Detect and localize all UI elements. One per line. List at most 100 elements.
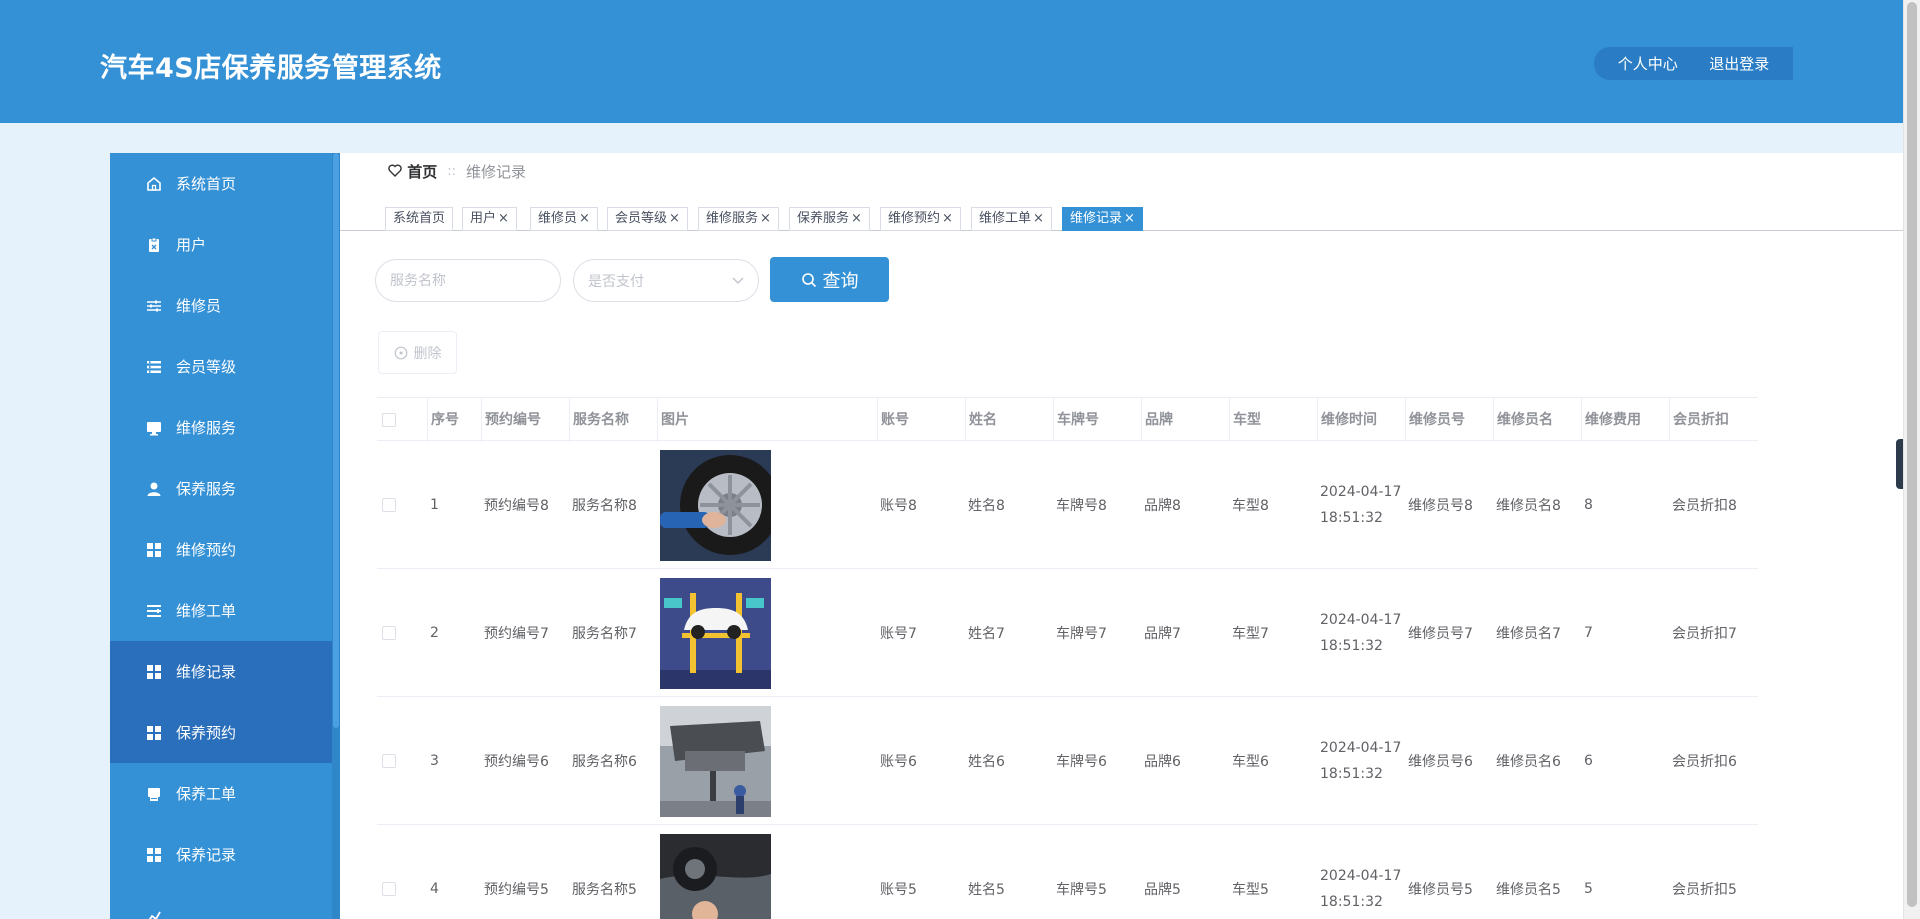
close-icon[interactable]: × <box>1124 211 1135 226</box>
close-icon[interactable]: × <box>498 211 509 226</box>
cell-brand: 品牌8 <box>1144 498 1181 514</box>
sidebar-item-maintenance-services[interactable]: 保养服务 <box>110 458 332 519</box>
table-row[interactable]: 2 预约编号7 服务名称7 账号7 姓名7 车牌号7 品牌7 车型7 2024-… <box>377 569 1758 697</box>
close-icon[interactable]: × <box>942 211 953 226</box>
column-header: 维修员号 <box>1405 398 1465 442</box>
column-header: 维修费用 <box>1581 398 1641 442</box>
cell-fee: 7 <box>1584 625 1593 641</box>
cell-plate: 车牌号6 <box>1056 754 1107 770</box>
tab-repair-records[interactable]: 维修记录 × <box>1062 207 1143 231</box>
breadcrumb-current: 维修记录 <box>466 163 527 181</box>
table-row[interactable]: 3 预约编号6 服务名称6 账号6 姓名6 车牌号6 品牌6 车型6 2024-… <box>377 697 1758 825</box>
cell-model: 车型8 <box>1232 498 1269 514</box>
close-icon[interactable]: × <box>579 211 590 226</box>
cell-account: 账号8 <box>880 498 917 514</box>
tab-home[interactable]: 系统首页 <box>385 207 454 231</box>
tab-technicians[interactable]: 维修员 × <box>530 207 598 231</box>
row-checkbox[interactable] <box>377 697 396 825</box>
column-header: 序号 <box>427 398 459 442</box>
close-icon[interactable]: × <box>669 211 680 226</box>
car-lift-image[interactable] <box>660 577 771 689</box>
content-area: 首页 :: 维修记录 系统首页 用户 × 维修员 × 会员等级 × 维修服务 × 保养服… <box>340 153 1903 919</box>
table-row[interactable]: 4 预约编号5 服务名称5 账号5 姓名5 车牌号5 品牌5 车型5 2024-… <box>377 825 1758 919</box>
tab-users[interactable]: 用户 × <box>462 207 517 231</box>
page-scrollbar[interactable] <box>1903 0 1920 919</box>
select-placeholder: 是否支付 <box>588 273 644 290</box>
sidebar-item-label: 用户 <box>176 236 207 254</box>
circle-close-icon <box>394 346 407 359</box>
sidebar-item-partial[interactable] <box>110 885 332 919</box>
row-checkbox[interactable] <box>377 441 396 569</box>
cell-booking-no: 预约编号7 <box>484 626 549 642</box>
sidebar-item-member-levels[interactable]: 会员等级 <box>110 336 332 397</box>
sidebar-item-repair-orders[interactable]: 维修工单 <box>110 580 332 641</box>
cell-name: 姓名6 <box>968 754 1005 770</box>
cell-service: 服务名称7 <box>572 626 637 642</box>
column-header: 维修时间 <box>1317 398 1377 442</box>
cell-discount: 会员折扣8 <box>1672 498 1737 514</box>
sidebar-item-label: 保养预约 <box>176 724 237 742</box>
cell-brand: 品牌7 <box>1144 626 1181 642</box>
cell-repair-time: 2024-04-17 18:51:32 <box>1320 868 1402 910</box>
cell-tech-no: 维修员号7 <box>1408 626 1473 642</box>
clipboard-icon <box>146 237 162 253</box>
cell-tech-no: 维修员号5 <box>1408 882 1473 898</box>
close-icon[interactable]: × <box>760 211 771 226</box>
column-header: 账号 <box>877 398 909 442</box>
table-header: 序号 预约编号 服务名称 图片 账号 姓名 车牌号 品牌 车型 维修时间 维修员… <box>377 397 1758 442</box>
sidebar-item-maintenance-bookings[interactable]: 保养预约 <box>110 702 332 763</box>
app-title: 汽车4S店保养服务管理系统 <box>100 53 442 84</box>
cell-repair-time: 2024-04-17 18:51:32 <box>1320 740 1402 782</box>
table-row[interactable]: 1 预约编号8 服务名称8 账号8 姓名8 车牌号8 品牌8 车型8 2024-… <box>377 441 1758 569</box>
sidebar-scrollbar[interactable] <box>332 153 340 919</box>
sidebar-item-repair-services[interactable]: 维修服务 <box>110 397 332 458</box>
sidebar-item-maintenance-records[interactable]: 保养记录 <box>110 824 332 885</box>
delete-button[interactable]: 删除 <box>378 331 457 374</box>
chart-icon <box>146 908 162 919</box>
breadcrumb-separator: :: <box>447 164 457 179</box>
row-checkbox[interactable] <box>377 825 396 919</box>
profile-link[interactable]: 个人中心 <box>1618 53 1678 74</box>
paid-status-select[interactable]: 是否支付 <box>573 259 759 302</box>
cell-service: 服务名称6 <box>572 754 637 770</box>
mechanic-image[interactable] <box>660 833 771 919</box>
tire-service-image[interactable] <box>660 449 771 561</box>
cell-tech-no: 维修员号6 <box>1408 754 1473 770</box>
service-name-input[interactable] <box>375 259 561 302</box>
tab-repair-bookings[interactable]: 维修预约 × <box>880 207 961 231</box>
column-header: 车牌号 <box>1053 398 1099 442</box>
undercarriage-image[interactable] <box>660 705 771 817</box>
cell-index: 3 <box>430 753 439 769</box>
row-checkbox[interactable] <box>377 569 396 697</box>
chevron-down-icon <box>732 277 744 284</box>
column-header: 服务名称 <box>569 398 629 442</box>
query-button[interactable]: 查询 <box>770 257 889 302</box>
sliders-icon <box>146 298 162 314</box>
sidebar-item-maintenance-orders[interactable]: 保养工单 <box>110 763 332 824</box>
breadcrumb-home[interactable]: 首页 <box>388 161 437 182</box>
tab-member-levels[interactable]: 会员等级 × <box>607 207 688 231</box>
sidebar-item-home[interactable]: 系统首页 <box>110 153 332 214</box>
sidebar-item-technicians[interactable]: 维修员 <box>110 275 332 336</box>
tab-maintenance-services[interactable]: 保养服务 × <box>789 207 870 231</box>
sidebar-item-users[interactable]: 用户 <box>110 214 332 275</box>
top-header: 汽车4S店保养服务管理系统 个人中心 退出登录 <box>0 0 1903 123</box>
heart-icon <box>388 164 402 177</box>
cell-account: 账号7 <box>880 626 917 642</box>
sidebar: 系统首页 用户 维修员 会员等级 维修服务 保养服务 维修预约 维修工单 维修记… <box>110 153 340 919</box>
close-icon[interactable]: × <box>1033 211 1044 226</box>
tab-repair-services[interactable]: 维修服务 × <box>698 207 779 231</box>
cell-account: 账号5 <box>880 882 917 898</box>
grid-icon <box>146 542 162 558</box>
grid-icon <box>146 664 162 680</box>
select-all-checkbox[interactable] <box>377 398 427 442</box>
sidebar-item-label: 维修预约 <box>176 541 237 559</box>
close-icon[interactable]: × <box>851 211 862 226</box>
tab-repair-orders[interactable]: 维修工单 × <box>971 207 1052 231</box>
logout-link[interactable]: 退出登录 <box>1709 53 1769 74</box>
sidebar-item-repair-bookings[interactable]: 维修预约 <box>110 519 332 580</box>
sidebar-item-label: 维修记录 <box>176 663 237 681</box>
sidebar-item-repair-records[interactable]: 维修记录 <box>110 641 332 702</box>
cell-image <box>657 697 771 825</box>
cell-brand: 品牌5 <box>1144 882 1181 898</box>
